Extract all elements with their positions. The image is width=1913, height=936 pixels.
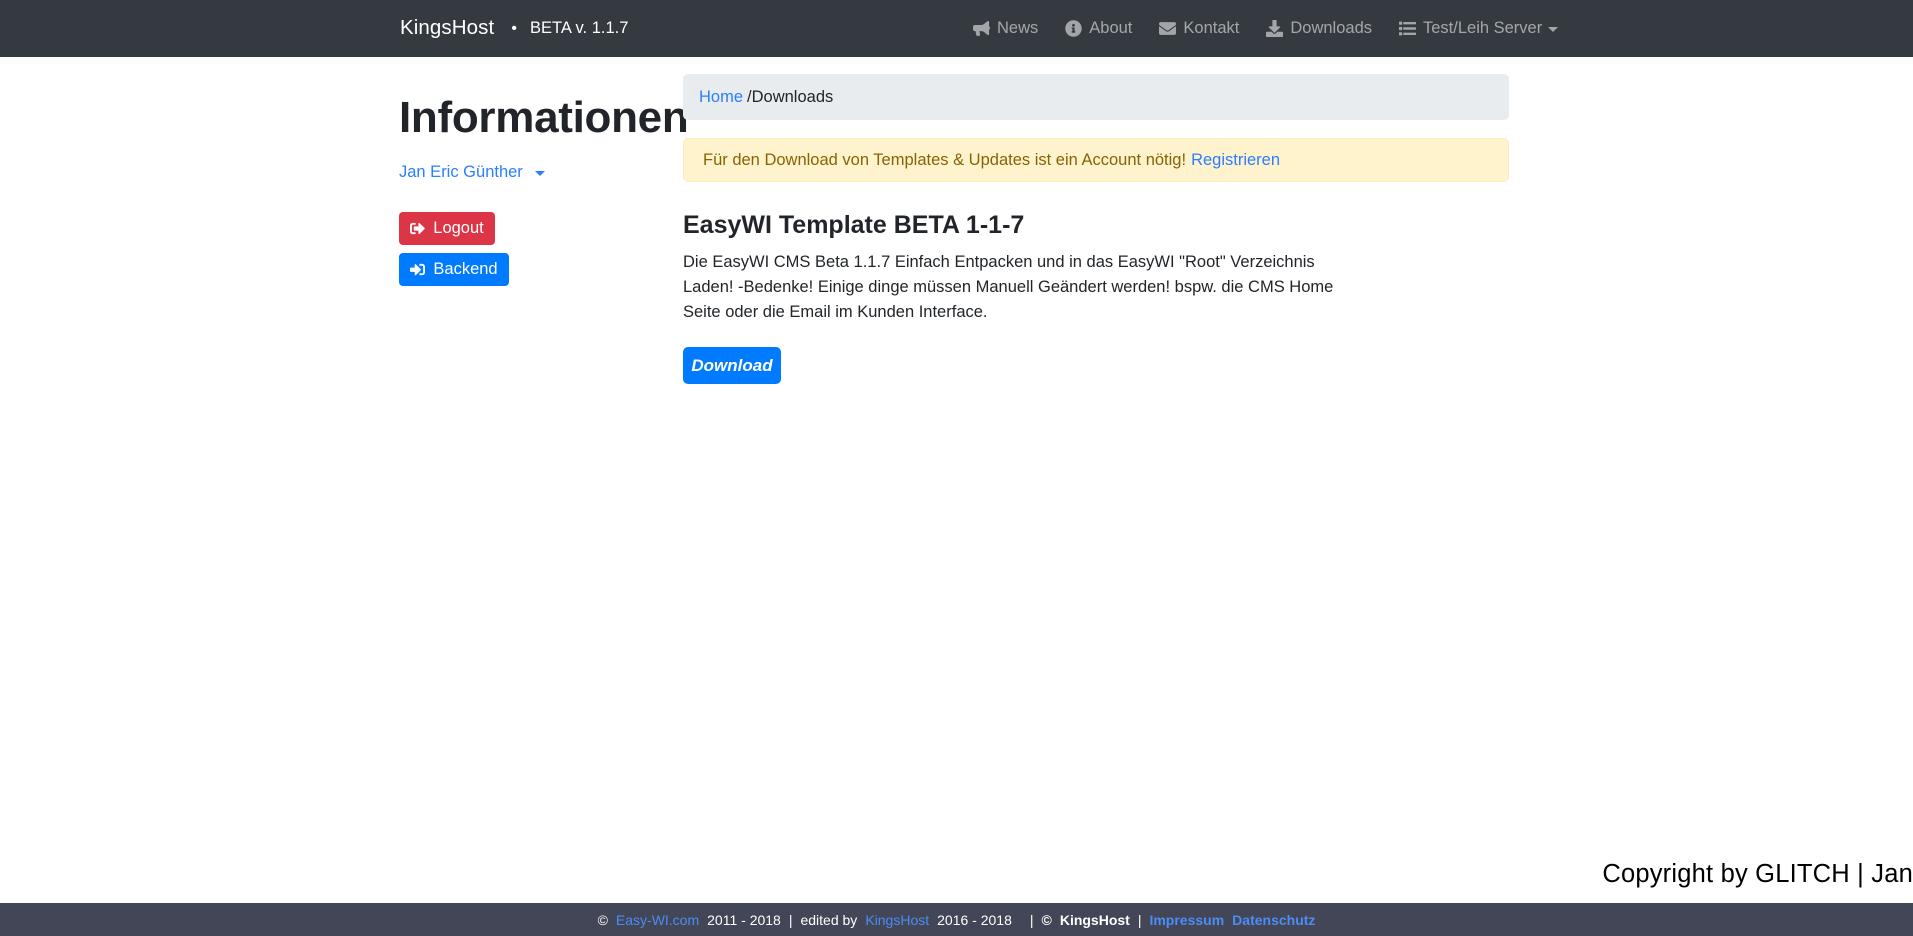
- nav-item-label: About: [1089, 20, 1132, 37]
- account-required-alert: Für den Download von Templates & Updates…: [683, 138, 1509, 182]
- info-circle-icon: [1065, 20, 1082, 37]
- download-button[interactable]: Download: [683, 347, 781, 384]
- user-dropdown[interactable]: Jan Eric Günther: [399, 164, 545, 181]
- navbar-brand[interactable]: KingsHost • BETA v. 1.1.7: [400, 18, 628, 39]
- backend-button-label: Backend: [433, 260, 497, 279]
- navbar-links: News About Kontakt D: [973, 0, 1558, 57]
- page-title: Informationen: [399, 57, 679, 142]
- logout-button-label: Logout: [433, 219, 483, 238]
- top-navbar: KingsHost • BETA v. 1.1.7 News About: [0, 0, 1913, 57]
- chevron-down-icon: [1548, 27, 1558, 32]
- easywi-years: 2011 - 2018: [707, 913, 781, 927]
- impressum-link[interactable]: Impressum: [1149, 913, 1224, 927]
- datenschutz-link[interactable]: Datenschutz: [1232, 913, 1315, 927]
- footer-copyright-symbol-2: ©: [1042, 913, 1052, 927]
- copyright-watermark: Copyright by GLITCH | Jan: [1602, 860, 1913, 889]
- nav-item-downloads[interactable]: Downloads: [1266, 20, 1372, 37]
- nav-item-kontakt[interactable]: Kontakt: [1159, 20, 1239, 37]
- nav-item-label: Test/Leih Server: [1423, 20, 1542, 37]
- easywi-link[interactable]: Easy-WI.com: [616, 913, 699, 927]
- sign-out-icon: [410, 221, 425, 236]
- footer-pipe-2: |: [1030, 913, 1034, 927]
- nav-item-test-leih-server[interactable]: Test/Leih Server: [1399, 20, 1558, 37]
- footer-pipe-1: |: [789, 913, 793, 927]
- nav-item-label: Downloads: [1290, 20, 1372, 37]
- content-description: Die EasyWI CMS Beta 1.1.7 Einfach Entpac…: [683, 240, 1363, 325]
- footer-bar: © Easy-WI.com 2011 - 2018 | edited by Ki…: [0, 903, 1913, 936]
- download-icon: [1266, 20, 1283, 37]
- footer-content: © Easy-WI.com 2011 - 2018 | edited by Ki…: [598, 913, 1316, 927]
- nav-item-label: Kontakt: [1183, 20, 1239, 37]
- chevron-down-icon: [535, 171, 545, 176]
- brand-version: BETA v. 1.1.7: [530, 20, 628, 37]
- footer-kingshost-strong: KingsHost: [1060, 913, 1130, 927]
- sign-in-icon: [410, 262, 425, 277]
- brand-name[interactable]: KingsHost: [400, 18, 494, 39]
- register-link[interactable]: Registrieren: [1191, 151, 1280, 170]
- breadcrumb: Home / Downloads: [683, 74, 1509, 120]
- kingshost-years: 2016 - 2018: [937, 913, 1012, 927]
- content-heading: EasyWI Template BETA 1-1-7: [683, 182, 1509, 240]
- brand-separator-dot: •: [511, 21, 517, 37]
- list-icon: [1399, 20, 1416, 37]
- main-content: Home / Downloads Für den Download von Te…: [683, 57, 1509, 384]
- footer-edited-by: edited by: [800, 913, 857, 927]
- alert-text: Für den Download von Templates & Updates…: [703, 151, 1186, 170]
- sidebar: Informationen Jan Eric Günther Logout: [399, 57, 679, 286]
- backend-button[interactable]: Backend: [399, 253, 509, 286]
- envelope-icon: [1159, 20, 1176, 37]
- footer-pipe-3: |: [1138, 913, 1142, 927]
- nav-item-news[interactable]: News: [973, 20, 1038, 37]
- nav-item-about[interactable]: About: [1065, 20, 1132, 37]
- sidebar-buttons: Logout Backend: [399, 212, 679, 286]
- nav-item-label: News: [997, 20, 1038, 37]
- kingshost-link[interactable]: KingsHost: [865, 913, 929, 927]
- user-dropdown-label: Jan Eric Günther: [399, 164, 523, 181]
- logout-button[interactable]: Logout: [399, 212, 495, 245]
- footer-copyright-symbol: ©: [598, 913, 608, 927]
- breadcrumb-home-link[interactable]: Home: [699, 88, 743, 107]
- bullhorn-icon: [973, 20, 990, 37]
- backend-button-wrapper: Backend: [399, 253, 679, 286]
- breadcrumb-current: Downloads: [752, 88, 834, 107]
